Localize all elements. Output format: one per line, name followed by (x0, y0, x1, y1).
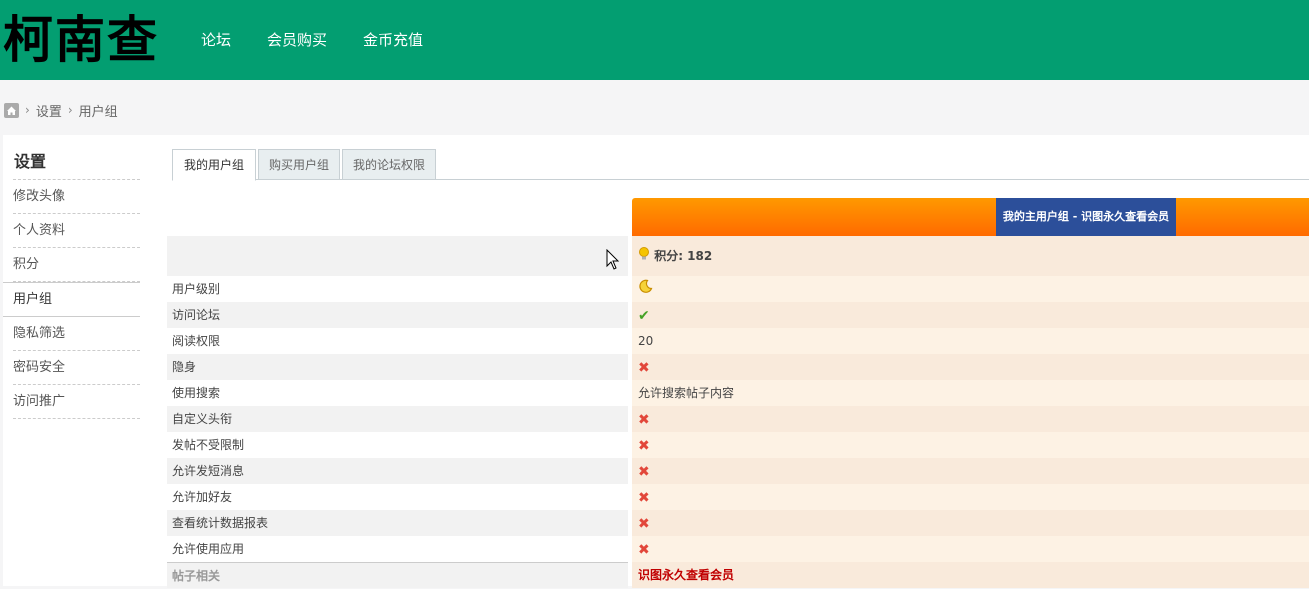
table-header: 我的主用户组 - 识图永久查看会员 (167, 198, 1309, 236)
main-nav: 论坛 会员购买 金币充值 (201, 30, 423, 50)
permission-value: ✔ (632, 302, 1309, 328)
table-row: 访问论坛 ✔ (167, 302, 1309, 328)
table-row: 自定义头衔 ✖ (167, 406, 1309, 432)
cross-icon: ✖ (638, 437, 650, 454)
nav-recharge[interactable]: 金币充值 (363, 30, 423, 50)
permission-value (632, 276, 1309, 302)
permission-value: ✖ (632, 510, 1309, 536)
permission-label: 自定义头衔 (167, 406, 628, 432)
sidebar-title: 设置 (14, 152, 47, 171)
section-value: 识图永久查看会员 (632, 562, 1309, 588)
permission-value: 20 (632, 328, 1309, 354)
permission-value: ✖ (632, 432, 1309, 458)
cross-icon: ✖ (638, 411, 650, 428)
permission-label: 查看统计数据报表 (167, 510, 628, 536)
cross-icon: ✖ (638, 489, 650, 506)
points-row: 积分: 182 (167, 236, 1309, 276)
table-row: 隐身 ✖ (167, 354, 1309, 380)
cross-icon: ✖ (638, 541, 650, 558)
permission-label: 隐身 (167, 354, 628, 380)
site-logo[interactable]: 柯南查 (3, 9, 159, 71)
check-icon: ✔ (638, 307, 650, 324)
usergroup-header-title: 我的主用户组 - 识图永久查看会员 (996, 198, 1176, 236)
permission-label: 用户级别 (167, 276, 628, 302)
permission-value: 允许搜索帖子内容 (632, 380, 1309, 406)
nav-forum[interactable]: 论坛 (201, 30, 231, 50)
table-row: 发帖不受限制 ✖ (167, 432, 1309, 458)
permission-value: ✖ (632, 354, 1309, 380)
breadcrumb: › 设置 › 用户组 (4, 101, 118, 120)
section-label: 帖子相关 (167, 562, 628, 588)
sidebar-item-privacy[interactable]: 隐私筛选 (13, 317, 140, 351)
permission-label: 允许使用应用 (167, 536, 628, 562)
chevron-right-icon: › (25, 103, 30, 117)
sidebar-item-profile[interactable]: 个人资料 (13, 214, 140, 248)
permission-value: ✖ (632, 406, 1309, 432)
permission-label: 使用搜索 (167, 380, 628, 406)
table-row: 用户级别 (167, 276, 1309, 302)
points-text: 积分: 182 (654, 249, 713, 263)
permission-value: ✖ (632, 458, 1309, 484)
cross-icon: ✖ (638, 359, 650, 376)
breadcrumb-settings[interactable]: 设置 (36, 101, 62, 120)
points-label-cell (167, 236, 628, 276)
content-panel: 设置 修改头像 个人资料 积分 用户组 隐私筛选 密码安全 访问推广 我的用户组… (3, 135, 1309, 588)
top-header: 柯南查 论坛 会员购买 金币充值 (0, 0, 1309, 80)
points-value-cell: 积分: 182 (632, 236, 1309, 276)
tab-forum-permissions[interactable]: 我的论坛权限 (342, 149, 436, 179)
sidebar-item-credits[interactable]: 积分 (13, 248, 140, 282)
table-row: 阅读权限 20 (167, 328, 1309, 354)
table-row: 允许使用应用 ✖ (167, 536, 1309, 562)
table-row: 查看统计数据报表 ✖ (167, 510, 1309, 536)
tab-buy-usergroup[interactable]: 购买用户组 (258, 149, 340, 179)
tab-my-usergroup[interactable]: 我的用户组 (172, 149, 256, 181)
permission-label: 允许发短消息 (167, 458, 628, 484)
permission-label: 访问论坛 (167, 302, 628, 328)
table-row: 允许加好友 ✖ (167, 484, 1309, 510)
cross-icon: ✖ (638, 515, 650, 532)
cross-icon: ✖ (638, 463, 650, 480)
home-icon[interactable] (4, 102, 19, 118)
usergroup-table: 我的主用户组 - 识图永久查看会员 积分: 182 用户级别 访问论坛 ✔ 阅读权限 2… (167, 198, 1309, 588)
table-row: 允许发短消息 ✖ (167, 458, 1309, 484)
sidebar-item-password[interactable]: 密码安全 (13, 351, 140, 385)
table-row: 使用搜索 允许搜索帖子内容 (167, 380, 1309, 406)
usergroup-header-bar (632, 198, 1309, 236)
permission-label: 阅读权限 (167, 328, 628, 354)
nav-membership[interactable]: 会员购买 (267, 30, 327, 50)
permission-value: ✖ (632, 484, 1309, 510)
lightbulb-icon (638, 237, 650, 277)
sidebar-menu: 修改头像 个人资料 积分 用户组 隐私筛选 密码安全 访问推广 (3, 179, 140, 419)
breadcrumb-usergroup[interactable]: 用户组 (79, 101, 118, 120)
sidebar-item-promotion[interactable]: 访问推广 (13, 385, 140, 419)
moon-icon (638, 277, 653, 303)
tab-bar: 我的用户组 购买用户组 我的论坛权限 (172, 149, 1309, 181)
mouse-cursor-icon (606, 249, 620, 270)
sidebar-item-avatar[interactable]: 修改头像 (13, 179, 140, 214)
sidebar-item-usergroup[interactable]: 用户组 (3, 282, 140, 317)
chevron-right-icon: › (67, 103, 73, 117)
permission-value: ✖ (632, 536, 1309, 562)
section-row: 帖子相关 识图永久查看会员 (167, 562, 1309, 588)
permission-label: 发帖不受限制 (167, 432, 628, 458)
permission-label: 允许加好友 (167, 484, 628, 510)
